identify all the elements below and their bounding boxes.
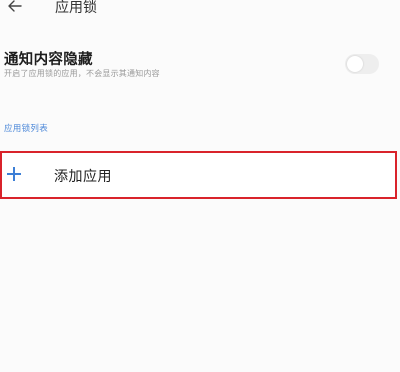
plus-icon <box>7 167 21 181</box>
add-app-label: 添加应用 <box>54 169 112 185</box>
setting-title: 通知内容隐藏 <box>4 52 93 68</box>
arrow-left-icon <box>8 0 22 12</box>
notification-hide-toggle[interactable] <box>345 54 379 74</box>
toggle-knob <box>347 56 363 72</box>
back-button[interactable] <box>4 0 26 20</box>
page-title: 应用锁 <box>55 0 97 16</box>
section-label: 应用锁列表 <box>4 124 49 134</box>
add-app-button[interactable]: 添加应用 <box>0 151 397 199</box>
setting-description: 开启了应用锁的应用，不会显示其通知内容 <box>4 69 160 78</box>
app-lock-screen: 应用锁 通知内容隐藏 开启了应用锁的应用，不会显示其通知内容 应用锁列表 添加应… <box>0 0 400 372</box>
top-bar: 应用锁 <box>0 0 400 22</box>
notification-hide-setting[interactable]: 通知内容隐藏 开启了应用锁的应用，不会显示其通知内容 <box>0 40 400 88</box>
